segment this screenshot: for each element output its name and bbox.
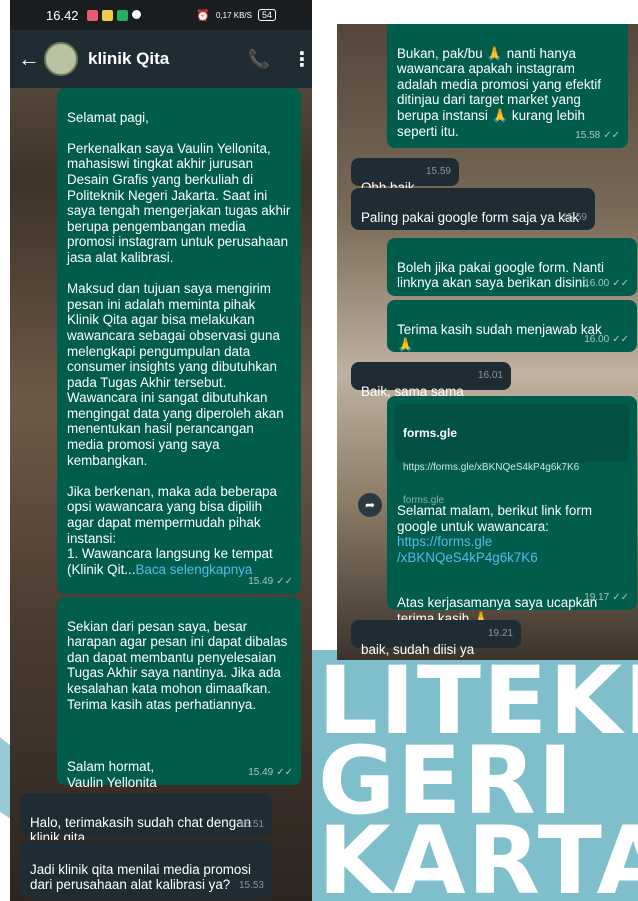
status-right: ⏰ 0,17 KB/S 54: [196, 9, 276, 22]
read-ticks-icon: ✓✓: [612, 334, 629, 346]
message-bubble-incoming[interactable]: Halo, terimakasih sudah chat dengan klin…: [20, 793, 272, 845]
message-text: Bukan, pak/bu 🙏 nanti hanya wawancara ap…: [397, 45, 601, 139]
message-time: 15.49: [248, 576, 274, 588]
message-meta: 16.00 ✓✓: [584, 276, 629, 292]
chat-header: ← klinik Qita 📞 ⋮: [10, 30, 312, 88]
status-time: 16.42: [46, 7, 79, 23]
message-text: Jadi klinik qita menilai media promosi d…: [30, 861, 252, 893]
link-preview-url: https://forms.gle/xBKNQeS4kP4g6k7K6: [403, 461, 580, 473]
read-more-link[interactable]: Baca selengkapnya: [135, 562, 252, 577]
message-bubble-incoming[interactable]: Jadi klinik qita menilai media promosi d…: [20, 840, 272, 898]
battery-icon: 54: [257, 9, 276, 21]
message-text: baik, sudah diisi ya: [361, 641, 475, 657]
message-time: 16.00: [584, 334, 610, 346]
avatar[interactable]: [44, 42, 78, 76]
read-ticks-icon: ✓✓: [612, 278, 629, 290]
message-time: 16.00: [584, 278, 610, 290]
message-meta: 15.49 ✓✓: [248, 765, 293, 781]
message-text: Selamat pagi, Perkenalkan saya Vaulin Ye…: [67, 109, 291, 577]
message-bubble-incoming[interactable]: Paling pakai google form saja ya kak 15.…: [351, 188, 595, 230]
message-meta: 15.59: [562, 210, 587, 226]
drive-icon: [101, 9, 113, 21]
message-meta: 19.17 ✓✓: [584, 590, 629, 606]
message-text: Boleh jika pakai google form. Nanti link…: [397, 259, 604, 291]
read-ticks-icon: ✓✓: [276, 767, 293, 779]
left-chat-screenshot: 16.42 ⏰ 0,17 KB/S 54 ← klinik Qita 📞 ⋮ S…: [10, 0, 312, 901]
message-bubble-outgoing[interactable]: Boleh jika pakai google form. Nanti link…: [387, 238, 637, 296]
link-preview-title: forms.gle: [403, 425, 458, 440]
message-bubble-outgoing[interactable]: Terima kasih sudah menjawab kak 🙏 16.00 ✓…: [387, 300, 637, 352]
message-meta: 15.58 ✓✓: [575, 128, 620, 144]
message-text: Paling pakai google form saja ya kak: [361, 209, 580, 225]
message-time: 15.58: [575, 130, 601, 142]
message-time: 15.49: [248, 767, 274, 779]
right-chat-screenshot: Bukan, pak/bu 🙏 nanti hanya wawancara ap…: [337, 24, 638, 660]
message-bubble-incoming[interactable]: baik, sudah diisi ya 19.21: [351, 620, 521, 657]
message-meta: 16.01: [478, 368, 503, 384]
message-meta: 19.21: [488, 626, 513, 642]
forward-icon[interactable]: ➦: [358, 493, 382, 517]
message-time: 19.21: [487, 628, 513, 640]
alarm-icon: ⏰: [196, 9, 210, 22]
status-bar: 16.42 ⏰ 0,17 KB/S 54: [10, 0, 312, 30]
message-bubble-incoming[interactable]: Baik, sama sama 16.01: [351, 362, 511, 399]
network-speed: 0,17 KB/S: [215, 10, 252, 20]
link-preview-card[interactable]: forms.gle https://forms.gle/xBKNQeS4kP4g…: [395, 404, 629, 506]
message-meta: 16.00 ✓✓: [584, 332, 629, 348]
contact-name[interactable]: klinik Qita: [88, 49, 169, 69]
message-meta: 15.59: [426, 164, 451, 180]
message-time: 16.01: [477, 370, 503, 382]
message-icon: [116, 9, 128, 21]
message-time: 19.17: [584, 592, 610, 604]
read-ticks-icon: ✓✓: [603, 130, 620, 142]
message-bubble-outgoing[interactable]: forms.gle https://forms.gle/xBKNQeS4kP4g…: [387, 396, 637, 626]
message-bubble-incoming[interactable]: Ohh baik 15.59: [351, 158, 459, 195]
message-meta: 15.53: [239, 878, 264, 894]
back-arrow-icon[interactable]: ←: [18, 46, 40, 72]
link-preview-domain: forms.gle: [403, 494, 445, 506]
add-call-icon[interactable]: 📞: [248, 49, 270, 70]
message-bubble-outgoing[interactable]: Sekian dari pesan saya, besar harapan ag…: [57, 597, 301, 790]
message-bubble-outgoing[interactable]: Selamat pagi, Perkenalkan saya Vaulin Ye…: [57, 88, 301, 594]
message-text: Sekian dari pesan saya, besar harapan ag…: [67, 618, 288, 790]
notification-icons: [86, 9, 141, 21]
message-time: 15.51: [238, 819, 264, 831]
read-ticks-icon: ✓✓: [276, 576, 293, 588]
more-menu-icon[interactable]: ⋮: [292, 47, 312, 72]
watermark-line-3: KARTA: [318, 807, 638, 901]
form-link[interactable]: https://forms.gle /xBKNQeS4kP4g6k7K6: [397, 534, 627, 565]
message-time: 15.59: [425, 166, 451, 178]
message-bubble-outgoing[interactable]: Bukan, pak/bu 🙏 nanti hanya wawancara ap…: [387, 24, 628, 148]
message-meta: 15.51: [239, 817, 264, 833]
message-time: 15.53: [238, 880, 264, 892]
message-text: Terima kasih sudah menjawab kak 🙏: [397, 321, 602, 353]
message-meta: 15.49 ✓✓: [248, 574, 293, 590]
telegram-icon: [131, 9, 141, 19]
message-time: 15.59: [561, 212, 587, 224]
read-ticks-icon: ✓✓: [612, 592, 629, 604]
notification-icon: [86, 9, 98, 21]
